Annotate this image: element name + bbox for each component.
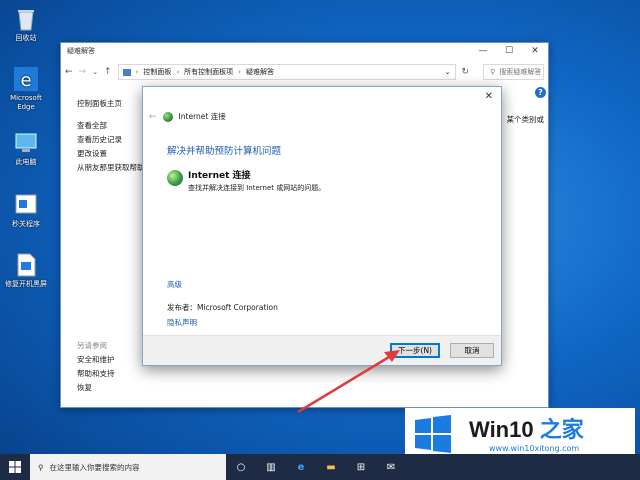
edge-taskbar-icon[interactable]: e: [286, 454, 316, 480]
this-pc-icon: [13, 130, 39, 156]
taskbar-search-input[interactable]: ⚲ 在这里输入你要搜索的内容: [30, 454, 226, 480]
dialog-close-icon[interactable]: ✕: [485, 91, 493, 102]
dropdown-icon[interactable]: ⌄: [445, 68, 451, 76]
control-panel-icon: [122, 68, 131, 76]
badge-brand-accent: 之家: [539, 417, 584, 442]
link-security-maintenance[interactable]: 安全和维护: [77, 353, 115, 367]
see-also-heading: 另请参阅: [77, 341, 107, 350]
desktop-icon-program[interactable]: 秒关程序: [4, 192, 48, 229]
task-view-icon[interactable]: ▥: [256, 454, 286, 480]
desktop-icon-edge[interactable]: e Microsoft Edge: [4, 66, 48, 112]
item-title: Internet 连接: [188, 171, 251, 181]
badge-brand: Win10: [469, 417, 540, 442]
search-icon: ⚲: [490, 68, 496, 76]
file-explorer-icon[interactable]: ▬: [316, 454, 346, 480]
windows-logo-icon: [415, 415, 451, 453]
category-text: 某个类别或: [506, 115, 545, 124]
repair-icon: [13, 252, 39, 278]
badge-title: Win10 之家: [469, 412, 584, 444]
chevron-down-icon[interactable]: ⌄: [92, 68, 98, 76]
dialog-header: ← Internet 连接: [149, 111, 226, 122]
start-button[interactable]: [0, 454, 30, 480]
forward-arrow-icon[interactable]: →: [79, 67, 87, 77]
desktop-icon-label: 秒关程序: [12, 220, 40, 228]
left-nav: 控制面板主页 查看全部 查看历史记录 更改设置 从朋友那里获取帮助: [77, 97, 145, 175]
link-help-support[interactable]: 帮助和支持: [77, 367, 115, 381]
mail-icon[interactable]: ✉: [376, 454, 406, 480]
back-arrow-icon[interactable]: ←: [65, 67, 73, 77]
windows-start-icon: [9, 461, 21, 473]
link-recovery[interactable]: 恢复: [77, 381, 115, 395]
program-icon: [13, 192, 39, 218]
link-change-settings[interactable]: 更改设置: [77, 147, 145, 161]
svg-text:e: e: [20, 70, 31, 91]
window-titlebar: 疑难解答 — ☐ ✕: [61, 43, 548, 58]
desktop-icon-label: Microsoft Edge: [10, 94, 42, 111]
link-control-panel-home[interactable]: 控制面板主页: [77, 97, 145, 111]
link-view-all[interactable]: 查看全部: [77, 119, 145, 133]
back-arrow-icon[interactable]: ←: [149, 112, 157, 122]
address-input[interactable]: › 控制面板 › 所有控制面板项 › 疑难解答 ⌄: [117, 64, 456, 80]
breadcrumb-item[interactable]: 所有控制面板项: [184, 67, 233, 77]
desktop-icon-label: 此电脑: [15, 158, 37, 166]
breadcrumb-item[interactable]: 控制面板: [143, 67, 171, 77]
help-icon[interactable]: ?: [535, 87, 546, 98]
desktop-icon-recycle-bin[interactable]: 回收站: [4, 6, 48, 43]
search-icon: ⚲: [38, 462, 44, 472]
link-get-help-from-friend[interactable]: 从朋友那里获取帮助: [77, 161, 145, 175]
cancel-button[interactable]: 取消: [450, 343, 494, 358]
publisher-text: 发布者：Microsoft Corporation: [167, 303, 278, 312]
item-description: 查找并解决连接到 Internet 或网站的问题。: [188, 184, 326, 192]
desktop-icon-label: 修复开机黑屏: [5, 280, 47, 288]
store-icon[interactable]: ⊞: [346, 454, 376, 480]
badge-url: www.win10xitong.com: [489, 444, 580, 453]
search-input[interactable]: ⚲ 搜索疑难解答: [483, 64, 544, 80]
up-arrow-icon[interactable]: ↑: [104, 67, 112, 77]
edge-icon: e: [13, 66, 39, 92]
see-also: 另请参阅 安全和维护 帮助和支持 恢复: [77, 339, 115, 395]
desktop-icon-repair[interactable]: 修复开机黑屏: [4, 252, 48, 289]
refresh-icon[interactable]: ↻: [462, 67, 470, 77]
troubleshooter-item: Internet 连接 查找并解决连接到 Internet 或网站的问题。: [167, 168, 325, 193]
window-title: 疑难解答: [67, 46, 95, 55]
link-view-history[interactable]: 查看历史记录: [77, 133, 145, 147]
dialog-heading: 解决并帮助预防计算机问题: [167, 146, 282, 157]
minimize-button[interactable]: —: [470, 46, 496, 56]
globe-icon: [162, 111, 173, 122]
next-button[interactable]: 下一步(N): [390, 343, 440, 358]
search-placeholder: 搜索疑难解答: [499, 68, 542, 76]
taskbar-search-placeholder: 在这里输入你要搜索的内容: [49, 462, 140, 472]
recycle-bin-icon: [13, 6, 39, 32]
dialog-footer: 下一步(N) 取消: [143, 335, 501, 365]
cortana-icon[interactable]: ○: [226, 454, 256, 480]
internet-connection-dialog: ✕ ← Internet 连接 解决并帮助预防计算机问题 Internet 连接…: [142, 86, 502, 366]
privacy-link[interactable]: 隐私声明: [167, 317, 197, 328]
taskbar: ⚲ 在这里输入你要搜索的内容 ○ ▥ e ▬ ⊞ ✉: [0, 454, 640, 480]
close-button[interactable]: ✕: [522, 46, 548, 56]
desktop-icon-label: 回收站: [15, 34, 37, 42]
maximize-button[interactable]: ☐: [496, 46, 522, 56]
advanced-link[interactable]: 高级: [167, 279, 182, 290]
desktop-icon-this-pc[interactable]: 此电脑: [4, 130, 48, 167]
breadcrumb-item[interactable]: 疑难解答: [246, 67, 274, 77]
internet-globe-icon: [167, 170, 183, 186]
dialog-header-title: Internet 连接: [178, 112, 226, 121]
address-bar-row: ← → ⌄ ↑ › 控制面板 › 所有控制面板项 › 疑难解答 ⌄ ↻ ⚲ 搜索…: [61, 58, 548, 86]
